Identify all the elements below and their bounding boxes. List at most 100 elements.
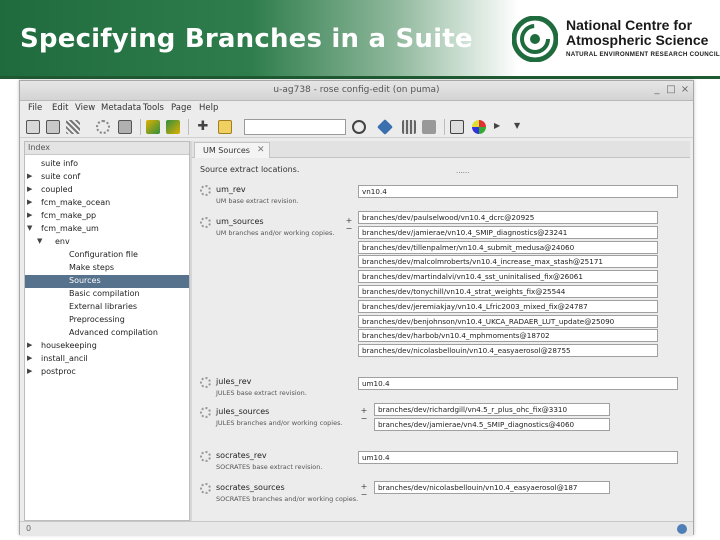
tree-item-label: install_ancil: [41, 354, 88, 363]
source-branch-field[interactable]: branches/dev/jamierae/vn4.5_SMIP_diagnos…: [374, 418, 610, 431]
toolbar-separator: [188, 119, 189, 135]
gear-icon[interactable]: [200, 185, 211, 196]
setting-description: JULES base extract revision.: [216, 389, 307, 397]
collapsed-arrow-icon[interactable]: ▶: [27, 198, 32, 206]
gear-icon[interactable]: [200, 483, 211, 494]
gear-icon[interactable]: [200, 217, 211, 228]
menu-edit[interactable]: Edit: [52, 103, 68, 113]
stack-icon[interactable]: [422, 120, 436, 134]
tree-item-label: fcm_make_ocean: [41, 198, 111, 207]
run-icon[interactable]: ▶: [494, 121, 500, 130]
undo-icon[interactable]: [146, 120, 160, 134]
redo-icon[interactable]: [166, 120, 180, 134]
source-branch-field[interactable]: branches/dev/tillenpalmer/vn10.4_submit_…: [358, 240, 658, 254]
source-branch-field[interactable]: branches/dev/jamierae/vn10.4_SMIP_diagno…: [358, 225, 658, 239]
gear-icon[interactable]: [200, 407, 211, 418]
collapsed-arrow-icon[interactable]: ▶: [27, 367, 32, 375]
close-icon[interactable]: ✕: [257, 145, 265, 155]
tree-item[interactable]: ▶ fcm_make_ocean: [25, 197, 189, 210]
menu-page[interactable]: Page: [171, 103, 192, 113]
rose-config-edit-window: u-ag738 - rose config-edit (on puma) _ □…: [19, 80, 694, 535]
find-icon[interactable]: [218, 120, 232, 134]
source-branch-field[interactable]: branches/dev/benjohnson/vn10.4_UKCA_RADA…: [358, 314, 658, 328]
tree-item[interactable]: Advanced compilation: [25, 327, 189, 340]
source-branch-field[interactable]: branches/dev/malcolmroberts/vn10.4_incre…: [358, 255, 658, 269]
logo-subtitle: NATURAL ENVIRONMENT RESEARCH COUNCIL: [566, 51, 720, 58]
graph-icon[interactable]: [472, 120, 486, 134]
info-icon[interactable]: [377, 119, 393, 135]
gear-icon[interactable]: [200, 451, 211, 462]
source-branch-field[interactable]: branches/dev/martindalvi/vn10.4_sst_unin…: [358, 270, 658, 284]
source-branch-field[interactable]: branches/dev/paulselwood/vn10.4_dcrc@209…: [358, 211, 658, 224]
maximize-button[interactable]: □: [665, 84, 677, 96]
source-branch-field[interactable]: branches/dev/harbob/vn10.4_mphmoments@18…: [358, 329, 658, 343]
tree-item[interactable]: ▶ install_ancil: [25, 353, 189, 366]
source-branch-field[interactable]: branches/dev/nicolasbellouin/vn10.4_easy…: [374, 481, 610, 494]
folder-icon[interactable]: [118, 120, 132, 134]
um-rev-field[interactable]: vn10.4: [358, 185, 678, 198]
tree-item-label: suite info: [41, 159, 79, 168]
setting-name: um_sources: [216, 217, 264, 226]
tree-item[interactable]: ▼ env: [25, 236, 189, 249]
tree-item[interactable]: Basic compilation: [25, 288, 189, 301]
jules-rev-field[interactable]: um10.4: [358, 377, 678, 390]
source-branch-field[interactable]: branches/dev/tonychill/vn10.4_strat_weig…: [358, 285, 658, 298]
tree-item-label: Configuration file: [69, 250, 138, 259]
remove-row-icon[interactable]: −: [360, 491, 368, 499]
setting-description: SOCRATES branches and/or working copies.: [216, 495, 359, 503]
tree-item[interactable]: ▶ housekeeping: [25, 340, 189, 353]
window-titlebar: u-ag738 - rose config-edit (on puma) _ □…: [20, 81, 693, 101]
menu-metadata[interactable]: Metadata: [101, 103, 141, 113]
socrates-rev-field[interactable]: um10.4: [358, 451, 678, 464]
tools-icon[interactable]: [402, 120, 416, 134]
tree-header: Index: [25, 142, 189, 155]
open-icon[interactable]: [26, 120, 40, 134]
tree-item-label: suite conf: [41, 172, 81, 181]
minimize-button[interactable]: _: [651, 84, 663, 96]
remove-row-icon[interactable]: −: [360, 415, 368, 423]
expanded-arrow-icon[interactable]: ▼: [37, 237, 42, 245]
tree-item[interactable]: External libraries: [25, 301, 189, 314]
tree-item[interactable]: ▶ postproc: [25, 366, 189, 379]
tree-item[interactable]: Sources: [25, 275, 189, 288]
source-branch-field[interactable]: branches/dev/nicolasbellouin/vn10.4_easy…: [358, 344, 658, 358]
collapsed-arrow-icon[interactable]: ▶: [27, 185, 32, 193]
setting-jules-sources: jules_sources JULES branches and/or work…: [200, 403, 680, 443]
tree-item[interactable]: suite info: [25, 158, 189, 171]
setting-name: jules_rev: [216, 377, 252, 386]
description-dots: ......: [456, 167, 470, 175]
tree-item[interactable]: ▶ coupled: [25, 184, 189, 197]
gear-icon[interactable]: [96, 120, 110, 134]
tree-item[interactable]: ▼ fcm_make_um: [25, 223, 189, 236]
chevron-down-icon[interactable]: ▼: [514, 121, 520, 130]
page-icon[interactable]: [450, 120, 464, 134]
menu-view[interactable]: View: [75, 103, 95, 113]
toolbar: ✚ ▶ ▼: [20, 116, 693, 138]
tree-item[interactable]: ▶ fcm_make_pp: [25, 210, 189, 223]
tree-item[interactable]: Configuration file: [25, 249, 189, 262]
menu-tools[interactable]: Tools: [143, 103, 164, 113]
tree-item[interactable]: Make steps: [25, 262, 189, 275]
remove-row-icon[interactable]: −: [345, 225, 353, 233]
tree-item[interactable]: ▶ suite conf: [25, 171, 189, 184]
collapsed-arrow-icon[interactable]: ▶: [27, 211, 32, 219]
menu-help[interactable]: Help: [199, 103, 218, 113]
save-icon[interactable]: [46, 120, 60, 134]
search-icon[interactable]: [352, 120, 366, 134]
collapsed-arrow-icon[interactable]: ▶: [27, 341, 32, 349]
tab-um-sources[interactable]: UM Sources ✕: [194, 142, 270, 158]
tree-item[interactable]: Preprocessing: [25, 314, 189, 327]
collapsed-arrow-icon[interactable]: ▶: [27, 354, 32, 362]
logo-name-line1: National Centre for: [566, 17, 693, 33]
gear-icon[interactable]: [200, 377, 211, 388]
source-branch-field[interactable]: branches/dev/jeremiakjay/vn10.4_Lfric200…: [358, 299, 658, 313]
sources-page: Source extract locations. ...... um_rev …: [192, 159, 690, 521]
search-input[interactable]: [244, 119, 346, 135]
source-branch-field[interactable]: branches/dev/richardgill/vn4.5_r_plus_oh…: [374, 403, 610, 416]
expanded-arrow-icon[interactable]: ▼: [27, 224, 32, 232]
checker-icon[interactable]: [66, 120, 80, 134]
add-icon[interactable]: ✚: [196, 120, 210, 134]
collapsed-arrow-icon[interactable]: ▶: [27, 172, 32, 180]
menu-file[interactable]: File: [28, 103, 42, 113]
close-button[interactable]: ×: [679, 84, 691, 96]
